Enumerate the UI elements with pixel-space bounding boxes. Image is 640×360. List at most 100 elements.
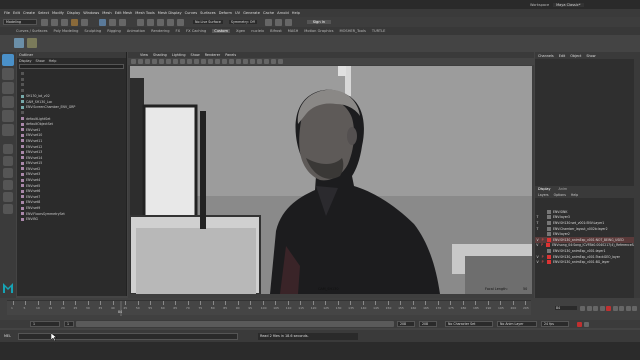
shelf-tool-icon[interactable] [27,37,37,48]
shelf-tab-poly-modeling[interactable]: Poly Modeling [54,29,79,33]
viewport-menu-view[interactable]: View [140,53,148,57]
layer-color-swatch[interactable] [547,248,551,253]
shelf-tab-fx[interactable]: FX [176,29,181,33]
step-back-frame-icon[interactable] [593,305,598,311]
viewport-menu-panels[interactable]: Panels [225,53,236,57]
layer-menu-options[interactable]: Options [554,193,566,197]
current-frame-field[interactable]: 84 [555,306,577,310]
shelf-tab-curves-surfaces[interactable]: Curves / Surfaces [16,29,48,33]
motion-blur-icon[interactable] [243,59,248,64]
shadows-icon[interactable] [229,59,234,64]
time-slider-ruler[interactable]: 84 1 5 10 15 20 25 30 35 40 45 50 55 60 65 70 75 80 85 90 9… [7,300,531,316]
shelf-tab-bifrost[interactable]: Bifrost [270,29,282,33]
symmetry-select[interactable]: Symmetry: Off [228,20,257,24]
shelf-tab-rigging[interactable]: Rigging [107,29,121,33]
play-backwards-icon[interactable] [599,305,605,311]
menu-mesh[interactable]: Mesh [102,11,111,15]
menu-uv[interactable]: UV [235,11,240,15]
camera-attr-icon[interactable] [131,59,136,64]
hypershade-layout-icon[interactable] [3,192,13,202]
layer-menu-layers[interactable]: Layers [538,193,549,197]
step-back-key-icon[interactable] [586,305,592,311]
layer-tab-anim[interactable]: Anim [559,187,568,191]
cb-menu-channels[interactable]: Channels [538,54,554,58]
lights-icon[interactable] [222,59,227,64]
safe-action-icon[interactable] [187,59,192,64]
range-slider[interactable] [76,321,394,327]
safe-title-icon[interactable] [194,59,199,64]
grid-icon[interactable] [152,59,157,64]
antialias-icon[interactable] [250,59,255,64]
shelf-tab-rendering[interactable]: Rendering [151,29,169,33]
menu-create[interactable]: Create [23,11,35,15]
cb-menu-edit[interactable]: Edit [559,54,566,58]
go-to-start-icon[interactable] [580,305,585,311]
step-forward-frame-icon[interactable] [619,305,624,311]
shelf-tab-motion-graphics[interactable]: Motion Graphics [304,29,333,33]
layer-color-swatch[interactable] [547,220,551,225]
shelf-tab-custom[interactable]: Custom [212,29,231,33]
layer-color-swatch[interactable] [547,254,551,259]
rotate-tool-icon[interactable] [2,110,14,122]
shelf-tool-icon[interactable] [14,37,24,48]
menu-arnold[interactable]: Arnold [277,11,289,15]
menu-generate[interactable]: Generate [243,11,260,15]
viewport-menu-lighting[interactable]: Lighting [172,53,186,57]
menu-file[interactable]: File [4,11,10,15]
ambient-occlusion-icon[interactable] [236,59,241,64]
layer-tab-display[interactable]: Display [538,187,551,191]
workspace-select[interactable]: Maya Classic* [553,2,584,7]
viewport-menu-show[interactable]: Show [191,53,200,57]
menu-modify[interactable]: Modify [52,11,64,15]
snap-surface-icon[interactable] [177,18,184,26]
lasso-tool-icon[interactable] [2,68,14,80]
fps-select[interactable]: 24 fps [541,321,569,327]
range-end-field[interactable]: 208 [397,321,415,327]
select-hierarchy-icon[interactable] [99,18,106,26]
xray-icon[interactable] [264,59,269,64]
outliner-item[interactable]: ENV:BG [17,216,126,222]
menu-cache[interactable]: Cache [263,11,274,15]
undo-icon[interactable] [71,18,78,26]
layer-color-swatch[interactable] [546,243,551,248]
play-forwards-icon[interactable] [612,305,618,311]
outliner-menu-display[interactable]: Display [19,59,32,63]
redo-icon[interactable] [81,18,88,26]
menu-mesh-display[interactable]: Mesh Display [158,11,182,15]
render-icon[interactable] [264,18,272,26]
live-surface-field[interactable]: No Live Surface [193,20,223,24]
four-view-layout-icon[interactable] [3,156,13,166]
resolution-gate-icon[interactable] [166,59,171,64]
scale-tool-icon[interactable] [2,124,14,136]
save-scene-icon[interactable] [61,18,68,26]
select-component-icon[interactable] [119,18,126,26]
xray-joints-icon[interactable] [271,59,276,64]
snap-view-icon[interactable] [167,18,174,26]
select-tool-icon[interactable] [2,54,14,66]
menu-deform[interactable]: Deform [219,11,232,15]
layer-color-swatch[interactable] [547,237,551,242]
gate-mask-icon[interactable] [173,59,178,64]
layer-color-swatch[interactable] [547,232,551,237]
shelf-tab-sculpting[interactable]: Sculpting [84,29,101,33]
persp-outliner-layout-icon[interactable] [3,168,13,178]
side-panel-tabs[interactable] [634,52,640,298]
layer-color-swatch[interactable] [547,215,551,220]
menu-mesh-tools[interactable]: Mesh Tools [135,11,154,15]
viewport-3d-scene[interactable] [130,66,532,294]
ipr-render-icon[interactable] [274,18,282,26]
outliner-menu-show[interactable]: Show [36,59,45,63]
stop-icon[interactable] [606,305,611,311]
menu-select[interactable]: Select [38,11,49,15]
isolate-select-icon[interactable] [257,59,262,64]
snap-point-icon[interactable] [157,18,164,26]
go-to-end-icon[interactable] [632,305,637,311]
shelf-tab-animation[interactable]: Animation [127,29,145,33]
shelf-tab-fx-caching[interactable]: FX Caching [186,29,206,33]
cb-menu-show[interactable]: Show [586,54,595,58]
wireframe-icon[interactable] [201,59,206,64]
open-scene-icon[interactable] [51,18,58,26]
layer-row[interactable]: V P ENV:SH130_animExp_v001:BG_layer [535,259,640,265]
new-scene-icon[interactable] [41,18,48,26]
cb-menu-object[interactable]: Object [570,54,581,58]
